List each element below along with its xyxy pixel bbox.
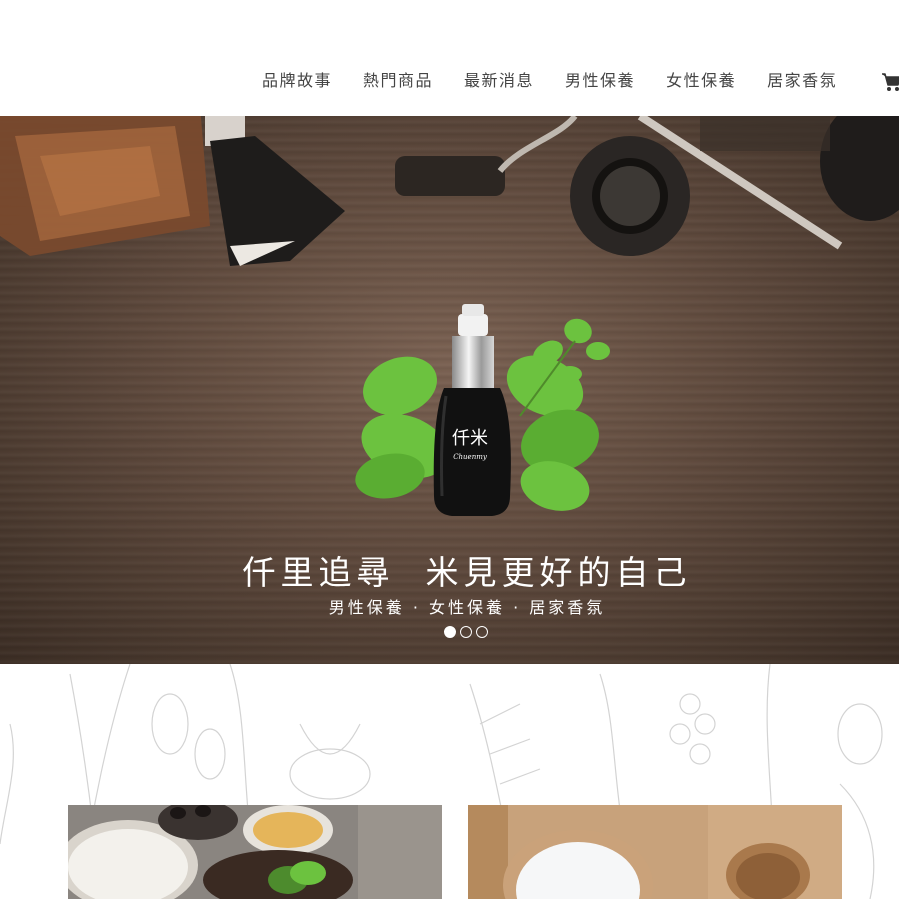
hero-title: 仟里追尋 米見更好的自己 [242, 553, 692, 592]
compact-case-prop [570, 136, 690, 256]
makeup-brush-prop [205, 116, 345, 266]
slider-dot-2[interactable] [460, 626, 472, 638]
slider-dot-3[interactable] [476, 626, 488, 638]
slider-dot-1[interactable] [444, 626, 456, 638]
product-card-cream[interactable] [468, 805, 842, 899]
hero-subtitle: 男性保養 · 女性保養 · 居家香氛 [328, 598, 606, 617]
nav-item-hot-products[interactable]: 熱門商品 [363, 68, 433, 94]
product-section [0, 664, 899, 899]
eyelash-curler-prop [395, 116, 578, 196]
shopping-cart-icon[interactable] [881, 70, 899, 94]
nav-item-women-care[interactable]: 女性保養 [666, 68, 736, 94]
nav-item-home-fragrance[interactable]: 居家香氛 [767, 68, 837, 94]
product-card-image [68, 805, 442, 899]
hero-slider: 仟米 Chuenmy 仟里追尋 米見更好的自己 男性保養 · 女性保養 · 居家… [0, 116, 899, 664]
spray-bottle-product: 仟米 Chuenmy [433, 304, 511, 516]
perfume-bottle-prop [0, 116, 210, 256]
slider-pagination [444, 626, 492, 638]
nav-item-brand-story[interactable]: 品牌故事 [262, 68, 332, 94]
stone-prop [820, 116, 899, 221]
nav-item-latest-news[interactable]: 最新消息 [464, 68, 534, 94]
site-header: 品牌故事 熱門商品 最新消息 男性保養 女性保養 居家香氛 [0, 0, 899, 116]
nav-item-men-care[interactable]: 男性保養 [565, 68, 635, 94]
main-nav: 品牌故事 熱門商品 最新消息 男性保養 女性保養 居家香氛 [262, 68, 837, 94]
product-card-image [468, 805, 842, 899]
product-card-body-scrub[interactable] [68, 805, 442, 899]
product-logo-text: 仟米 [452, 428, 488, 449]
product-logo-subtext: Chuenmy [453, 453, 488, 461]
